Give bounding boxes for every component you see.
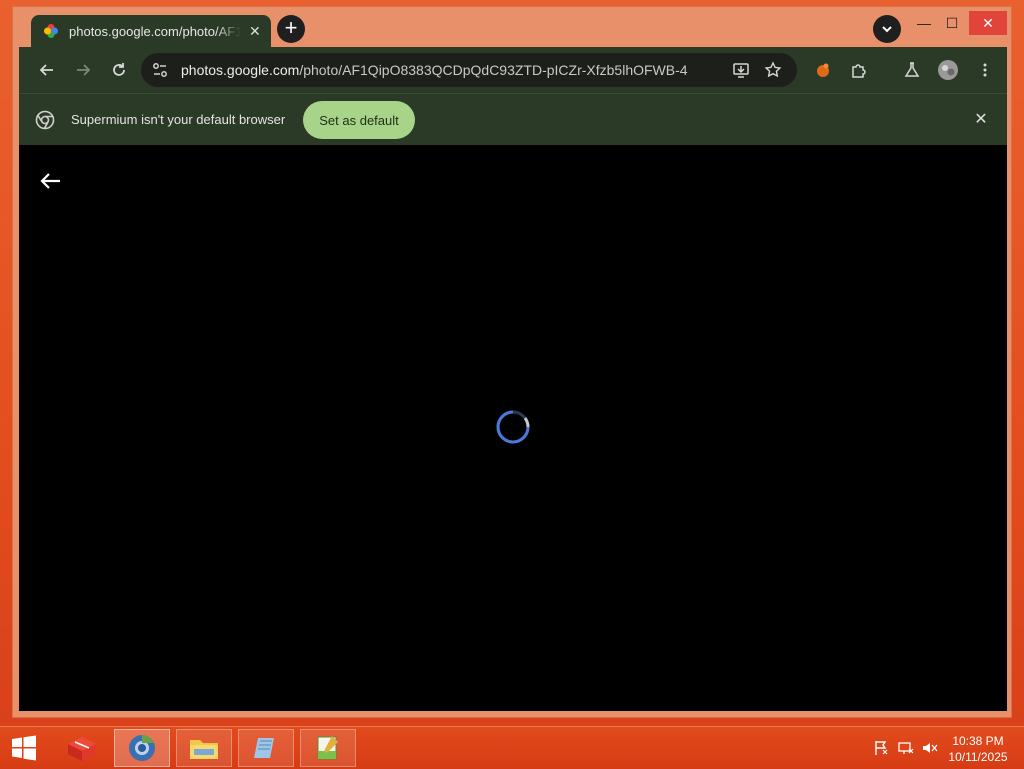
- bookmark-button[interactable]: [761, 58, 785, 82]
- set-as-default-button[interactable]: Set as default: [303, 101, 415, 139]
- taskbar-app-package[interactable]: [54, 729, 110, 767]
- maximize-button[interactable]: ☐: [939, 11, 965, 35]
- taskbar-app-file-explorer[interactable]: [176, 729, 232, 767]
- url-text: photos.google.com/photo/AF1QipO8383QCDpQ…: [181, 62, 688, 78]
- minimize-button[interactable]: —: [911, 11, 937, 35]
- more-vert-icon: [983, 63, 987, 77]
- url-host: photos.google.com: [181, 62, 300, 78]
- photo-viewer: [19, 145, 1007, 711]
- tab-google-photos[interactable]: photos.google.com/photo/AF1Q ✕: [31, 15, 271, 47]
- infobar-message: Supermium isn't your default browser: [71, 112, 286, 127]
- reload-icon: [113, 63, 125, 76]
- taskbar-app-notepad[interactable]: [238, 729, 294, 767]
- flask-icon: [904, 62, 920, 77]
- tab-search-button[interactable]: [873, 15, 901, 43]
- start-button[interactable]: [0, 729, 48, 767]
- photo-back-button[interactable]: [35, 165, 67, 197]
- tab-strip: photos.google.com/photo/AF1Q ✕ + — ☐ ✕: [13, 7, 1011, 47]
- volume-muted-icon[interactable]: [920, 737, 940, 759]
- clock-date: 10/11/2025: [948, 750, 1008, 764]
- infobar-close-icon[interactable]: ✕: [969, 108, 993, 132]
- default-browser-infobar: Supermium isn't your default browser Set…: [19, 93, 1007, 146]
- taskbar: 10:38 PM 10/11/2025: [0, 726, 1024, 769]
- notepad-icon: [254, 738, 274, 758]
- extensions-menu-button[interactable]: [847, 58, 871, 82]
- taskbar-app-browser[interactable]: [114, 729, 170, 767]
- avatar-icon: [938, 60, 958, 80]
- system-clock[interactable]: 10:38 PM 10/11/2025: [940, 733, 1016, 765]
- text-editor-icon: [317, 736, 338, 760]
- forward-button[interactable]: [71, 58, 95, 82]
- address-bar[interactable]: photos.google.com/photo/AF1QipO8383QCDpQ…: [141, 53, 797, 87]
- install-icon: [733, 63, 749, 78]
- star-icon: [764, 61, 782, 78]
- labs-button[interactable]: [900, 58, 924, 82]
- browser-menu-button[interactable]: [973, 58, 997, 82]
- chevron-down-icon: [882, 26, 892, 33]
- tab-close-icon[interactable]: ✕: [249, 23, 261, 40]
- profile-avatar[interactable]: [936, 58, 960, 82]
- puzzle-icon: [852, 64, 866, 78]
- url-path: /photo/AF1QipO8383QCDpQdC93ZTD-pICZr-Xfz…: [299, 62, 688, 78]
- google-photos-icon: [43, 23, 59, 39]
- folder-icon: [190, 740, 218, 759]
- browser-window: photos.google.com/photo/AF1Q ✕ + — ☐ ✕ p…: [12, 6, 1012, 718]
- arrow-left-icon: [39, 64, 53, 76]
- chromium-icon: [35, 110, 55, 130]
- reload-button[interactable]: [107, 58, 131, 82]
- action-center-flag-icon[interactable]: [872, 737, 890, 759]
- loading-spinner-icon: [496, 410, 530, 444]
- browser-toolbar: photos.google.com/photo/AF1QipO8383QCDpQ…: [19, 47, 1007, 93]
- clock-time: 10:38 PM: [952, 734, 1004, 748]
- network-icon[interactable]: [896, 737, 916, 759]
- install-app-button[interactable]: [729, 58, 753, 82]
- browser-globe-icon: [129, 735, 155, 761]
- taskbar-app-editor[interactable]: [300, 729, 356, 767]
- arrow-right-icon: [77, 64, 91, 76]
- window-close-button[interactable]: ✕: [969, 11, 1007, 35]
- tab-title: photos.google.com/photo/AF1Q: [69, 23, 241, 39]
- back-button[interactable]: [35, 58, 59, 82]
- extension-logo-icon: [817, 63, 829, 77]
- package-icon: [68, 737, 96, 761]
- windows-logo-icon: [12, 735, 36, 761]
- new-tab-button[interactable]: +: [277, 15, 305, 43]
- site-settings-icon[interactable]: [151, 61, 169, 79]
- extension-button[interactable]: [811, 58, 835, 82]
